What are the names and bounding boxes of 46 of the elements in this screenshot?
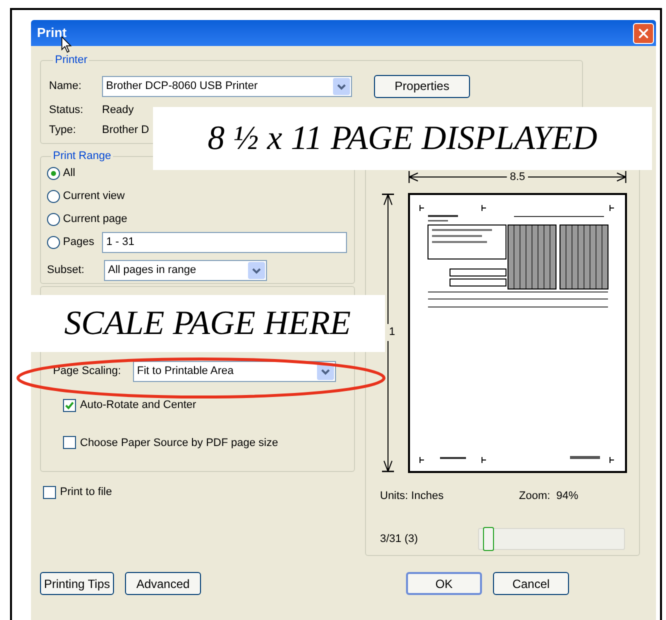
zoom-label: Zoom: 94% xyxy=(519,488,578,504)
radio-label[interactable]: Current page xyxy=(63,211,128,228)
subset-dropdown[interactable]: All pages in range xyxy=(104,260,267,280)
radio-label[interactable]: All xyxy=(63,165,76,182)
radio-label[interactable]: Pages xyxy=(63,234,94,251)
window-title: Print xyxy=(37,24,68,42)
page-counter: 3/31 (3) xyxy=(380,532,419,547)
height-label: 1 xyxy=(388,325,396,340)
printer-dropdown[interactable]: Brother DCP-8060 USB Printer xyxy=(102,76,352,96)
checkbox-label[interactable]: Auto-Rotate and Center xyxy=(80,397,196,414)
dialog-button[interactable]: OK xyxy=(406,572,482,595)
dialog-button[interactable]: Cancel xyxy=(493,572,569,595)
properties-button[interactable]: Properties xyxy=(374,74,470,98)
checkbox-label[interactable]: Choose Paper Source by PDF page size xyxy=(80,434,278,451)
checkbox[interactable] xyxy=(63,398,76,412)
width-label: 8.5 xyxy=(508,170,526,185)
pages-input[interactable]: 1 - 31 xyxy=(102,232,348,253)
checkbox[interactable] xyxy=(43,486,56,499)
radio-button[interactable] xyxy=(47,213,60,226)
dialog-button[interactable]: Advanced xyxy=(125,572,201,595)
units-label: Units: Inches xyxy=(380,488,445,504)
radio-button[interactable] xyxy=(47,236,60,249)
dialog-button[interactable]: Printing Tips xyxy=(40,572,114,595)
annotation-label: SCALE PAGE HERE xyxy=(30,295,385,352)
group-label: Printer xyxy=(54,53,88,68)
field-label: Name: xyxy=(49,78,82,94)
radio-label[interactable]: Current view xyxy=(63,188,125,205)
page-scaling-dropdown[interactable]: Fit to Printable Area xyxy=(133,361,336,382)
field-label: Status: xyxy=(49,102,84,118)
checkbox[interactable] xyxy=(63,436,76,450)
field-label: Subset: xyxy=(47,262,86,278)
slider-thumb[interactable] xyxy=(483,527,494,551)
radio-button[interactable] xyxy=(47,167,60,180)
close-button[interactable] xyxy=(633,22,654,44)
mouse-pointer-icon xyxy=(61,36,72,53)
down-arrow-icon xyxy=(382,340,394,472)
up-arrow-icon xyxy=(382,192,394,324)
type-value: Brother D xyxy=(102,123,150,138)
group-label: Print Range xyxy=(52,149,112,164)
right-arrow-icon xyxy=(528,171,628,184)
radio-button[interactable] xyxy=(47,190,60,203)
annotation-label: 8 ½ x 11 PAGE DISPLAYED xyxy=(153,107,652,170)
left-arrow-icon xyxy=(408,171,507,184)
field-label: Type: xyxy=(49,123,77,138)
checkbox-label[interactable]: Print to file xyxy=(60,484,112,500)
status-value: Ready xyxy=(102,102,134,118)
